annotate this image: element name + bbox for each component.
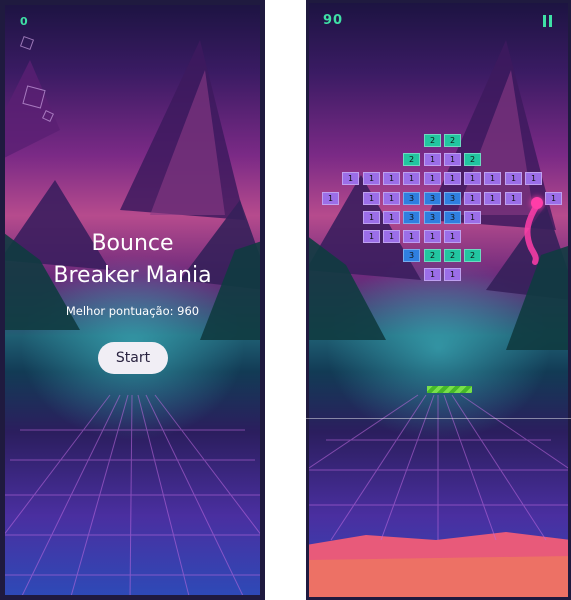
start-button[interactable]: Start — [98, 342, 168, 374]
score-counter: 0 — [20, 15, 28, 28]
ball — [531, 197, 543, 209]
ball-trail — [524, 202, 540, 265]
game-title-line2: Breaker Mania — [53, 263, 212, 288]
menu-screen: 0 Bounce Breaker Mania Melhor pontuação:… — [0, 0, 265, 600]
game-screen: 90 2221121111111111111333111111333111111… — [306, 0, 571, 600]
game-title-line1: Bounce — [91, 231, 174, 256]
best-score-label: Melhor pontuação: 960 — [65, 304, 200, 318]
paddle[interactable] — [427, 386, 472, 393]
synthwave-background — [0, 0, 265, 600]
